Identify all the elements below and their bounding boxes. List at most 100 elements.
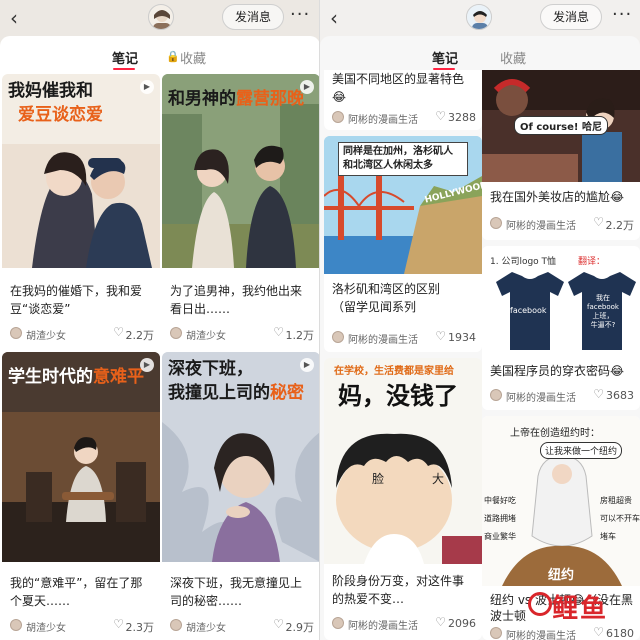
caption-line2: （留学见闻系列 <box>332 300 417 314</box>
author-avatar[interactable] <box>490 217 502 229</box>
note-card[interactable]: 在学校，生活费都是家里给 妈，没钱了 脸 大 阶段身份万变，对这件事 的热爱不变… <box>324 358 482 640</box>
author-name[interactable]: 阿彬的漫画生活 <box>348 617 418 632</box>
author-name[interactable]: 阿彬的漫画生活 <box>348 111 418 126</box>
card-cover: Of course! 哈尼 <box>482 70 640 182</box>
card-caption: 深夜下班，我无意撞见上 司的秘密…… <box>170 574 314 610</box>
avatar[interactable] <box>148 4 174 30</box>
caption-line2: 看日出…… <box>170 302 231 316</box>
heart-icon[interactable]: ♡ <box>593 387 604 401</box>
play-icon: ▶ <box>300 80 314 94</box>
cover-top-text: 在学校，生活费都是家里给 <box>334 366 454 377</box>
card-meta: 胡渣少女 ♡ 2.2万 <box>10 325 154 342</box>
note-card[interactable]: 1. 公司logo T恤 翻译： facebook 我在 facebook 上班… <box>482 246 640 410</box>
caption-line2: 的热爱不变… <box>332 592 405 606</box>
tab-bar: 笔记 🔒 收藏 <box>0 48 320 70</box>
note-card[interactable]: Of course! 哈尼 我在国外美妆店的尴尬😂 阿彬的漫画生活 ♡ 2.2万 <box>482 70 640 240</box>
note-card[interactable]: 深夜下班， 我撞见上司的秘密 ▶ 深夜下班，我无意撞见上 司的秘密…… 胡渣少女… <box>162 352 320 640</box>
card-meta: 胡渣少女 ♡ 1.2万 <box>170 325 315 342</box>
author-name[interactable]: 胡渣少女 <box>26 619 66 634</box>
emoji-laugh-icon: 😂 <box>610 190 625 204</box>
like-count: 3288 <box>448 111 476 124</box>
note-card[interactable]: 美国不同地区的显著特色 😂 阿彬的漫画生活 ♡ 3288 <box>324 70 482 130</box>
cover-title-highlight: 露营那晚 <box>236 89 304 109</box>
heart-icon[interactable]: ♡ <box>113 617 124 631</box>
send-message-button[interactable]: 发消息 <box>540 4 603 30</box>
watermark: 鲤鱼 <box>524 586 640 640</box>
author-name[interactable]: 胡渣少女 <box>26 327 66 342</box>
more-dots-icon[interactable]: ··· <box>290 4 310 25</box>
send-message-button[interactable]: 发消息 <box>222 4 285 30</box>
author-avatar[interactable] <box>170 327 182 339</box>
author-name[interactable]: 胡渣少女 <box>186 327 226 342</box>
cover-title-highlight: 意难平 <box>93 367 144 387</box>
left-screenshot: ‹ 发消息 ··· 笔记 🔒 收藏 我妈催我和 爱豆谈恋爱 ▶ 在我妈的催婚下，… <box>0 0 320 640</box>
top-bar: ‹ 发消息 ··· <box>0 0 320 34</box>
card-cover: 上帝在创造纽约时： 让我来做一个纽约 中餐好吃 道路拥堵 商业繁华 房租超贵 可… <box>482 416 640 586</box>
avatar[interactable] <box>466 4 492 30</box>
cover-banner: 同样是在加州，洛杉矶人 和北湾区人休闲太多 <box>338 142 468 176</box>
back-arrow-icon[interactable]: ‹ <box>10 6 18 30</box>
cover-heading: 上帝在创造纽约时： <box>510 428 600 439</box>
card-caption: 美国程序员的穿衣密码😂 <box>490 362 634 380</box>
note-card[interactable]: 同样是在加州，洛杉矶人 和北湾区人休闲太多 HOLLYWOOD 洛杉矶和湾区的区… <box>324 136 482 352</box>
author-name[interactable]: 胡渣少女 <box>186 619 226 634</box>
like-count: 1.2万 <box>285 329 315 342</box>
card-caption: 洛杉矶和湾区的区别 （留学见闻系列 <box>332 280 476 316</box>
like-count: 2096 <box>448 617 476 630</box>
heart-icon[interactable]: ♡ <box>273 617 284 631</box>
card-meta: 胡渣少女 ♡ 2.9万 <box>170 617 315 634</box>
like-count: 2.9万 <box>285 621 315 634</box>
tab-underline <box>113 68 135 70</box>
cover-title-highlight: 秘密 <box>270 383 304 403</box>
more-dots-icon[interactable]: ··· <box>612 4 632 25</box>
note-card[interactable]: 和男神的露营那晚 ▶ 为了追男神，我约他出来 看日出…… 胡渣少女 ♡ 1.2万 <box>162 74 320 346</box>
like-count: 1934 <box>448 331 476 344</box>
caption-line2: 豆“谈恋爱” <box>10 302 71 316</box>
caption-line2: 个夏天…… <box>10 594 71 608</box>
author-avatar[interactable] <box>10 619 22 631</box>
heart-icon[interactable]: ♡ <box>435 329 446 343</box>
speech-bubble: 让我来做一个纽约 <box>540 442 623 459</box>
author-name[interactable]: 阿彬的漫画生活 <box>506 217 576 232</box>
heart-icon[interactable]: ♡ <box>273 325 284 339</box>
caption-line2: 司的秘密…… <box>170 594 243 608</box>
tshirt-1-text: facebook <box>510 306 547 315</box>
cover-title: 妈，没钱了 <box>338 382 458 410</box>
tab-notes[interactable]: 笔记 <box>432 48 458 67</box>
note-card[interactable]: 学生时代的意难平 ▶ 我的“意难平”，留在了那 个夏天…… 胡渣少女 ♡ 2.3… <box>2 352 160 640</box>
ground-label: 纽约 <box>548 568 575 583</box>
card-caption: 我的“意难平”，留在了那 个夏天…… <box>10 574 154 610</box>
tab-collections[interactable]: 收藏 <box>180 48 206 67</box>
note-card[interactable]: 我妈催我和 爱豆谈恋爱 ▶ 在我妈的催婚下，我和爱 豆“谈恋爱” 胡渣少女 ♡ … <box>2 74 160 346</box>
like-count: 3683 <box>606 389 634 402</box>
heart-icon[interactable]: ♡ <box>113 325 124 339</box>
tab-collections[interactable]: 收藏 <box>500 48 526 67</box>
author-avatar[interactable] <box>332 111 344 123</box>
author-avatar[interactable] <box>490 389 502 401</box>
emoji-laugh-icon: 😂 <box>610 364 625 378</box>
author-name[interactable]: 阿彬的漫画生活 <box>348 331 418 346</box>
back-arrow-icon[interactable]: ‹ <box>330 6 338 30</box>
card-cover: 学生时代的意难平 ▶ <box>2 352 160 562</box>
card-cover: 在学校，生活费都是家里给 妈，没钱了 脸 大 <box>324 358 482 564</box>
card-meta: 阿彬的漫画生活 ♡ 2096 <box>332 615 476 632</box>
heart-icon[interactable]: ♡ <box>435 109 446 123</box>
like-count: 2.3万 <box>125 621 155 634</box>
tab-notes[interactable]: 笔记 <box>112 48 138 67</box>
card-cover: 1. 公司logo T恤 翻译： facebook 我在 facebook 上班… <box>482 246 640 356</box>
cover-title-line2: 爱豆谈恋爱 <box>18 105 103 125</box>
heart-icon[interactable]: ♡ <box>593 215 604 229</box>
card-meta: 阿彬的漫画生活 ♡ 1934 <box>332 329 476 346</box>
author-avatar[interactable] <box>170 619 182 631</box>
author-avatar[interactable] <box>332 331 344 343</box>
like-count: 2.2万 <box>605 219 635 232</box>
cover-title-line2: 我撞见上司的 <box>168 383 270 403</box>
author-name[interactable]: 阿彬的漫画生活 <box>506 389 576 404</box>
author-avatar[interactable] <box>10 327 22 339</box>
author-avatar[interactable] <box>332 617 344 629</box>
heart-icon[interactable]: ♡ <box>435 615 446 629</box>
author-avatar[interactable] <box>490 627 502 639</box>
tshirt-2-text: 我在 facebook 上班， 牛逼不? <box>587 294 619 329</box>
lock-icon: 🔒 <box>166 50 180 63</box>
cover-title-line1: 深夜下班， <box>168 359 253 379</box>
